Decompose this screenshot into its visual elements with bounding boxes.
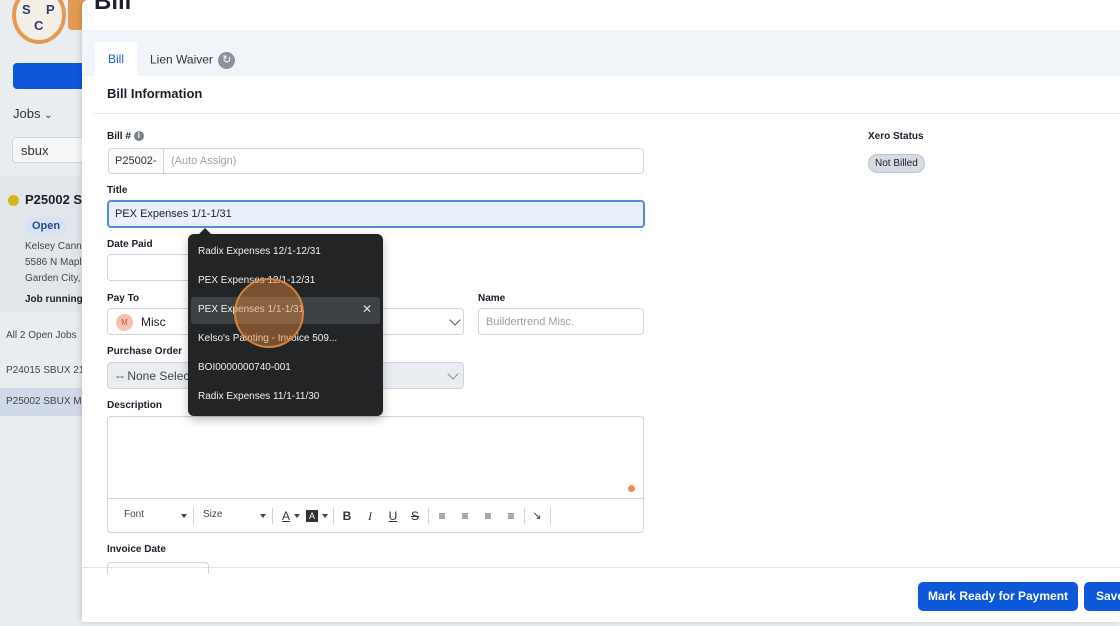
autocomplete-option[interactable]: Radix Expenses 12/1-12/31: [191, 239, 380, 266]
job-list-item: P24015 SBUX 21s: [6, 365, 90, 376]
tab-bill[interactable]: Bill: [95, 42, 138, 76]
tab-lien-waiver-label: Lien Waiver: [150, 52, 213, 67]
editor-toolbar: Font Size A A B I U S ≡ ≡ ≡ ≡ ↘: [107, 498, 644, 533]
align-center-icon[interactable]: ≡: [457, 507, 473, 525]
underline-icon[interactable]: U: [385, 507, 401, 525]
section-title: Bill Information: [107, 86, 203, 101]
tab-lien-waiver[interactable]: Lien Waiver ↻: [137, 42, 248, 76]
job-address-line: Garden City,: [25, 273, 81, 284]
tab-bill-label: Bill: [108, 52, 125, 66]
bill-number-prefix: P25002-: [108, 148, 164, 174]
bill-number-label-text: Bill #: [107, 131, 131, 142]
description-editor[interactable]: [107, 416, 644, 499]
autocomplete-option[interactable]: BOI0000000740-001: [191, 355, 380, 382]
align-right-icon[interactable]: ≡: [480, 507, 496, 525]
section-divider: [94, 113, 1120, 114]
highlight-color-icon[interactable]: A: [306, 510, 318, 522]
chevron-down-icon: [447, 368, 459, 380]
chevron-down-icon: ⌄: [44, 110, 53, 121]
toolbar-divider: [333, 508, 334, 524]
job-status-dot: [8, 195, 19, 206]
size-dropdown[interactable]: Size: [203, 509, 222, 520]
toolbar-divider: [272, 508, 273, 524]
bill-number-input[interactable]: (Auto Assign): [163, 148, 644, 174]
toolbar-divider: [193, 508, 194, 524]
jobs-dropdown: Jobs ⌄: [13, 106, 52, 121]
mark-ready-for-payment-button[interactable]: Mark Ready for Payment: [918, 582, 1078, 611]
job-title: P25002 S: [25, 192, 83, 207]
company-logo: SPC: [12, 0, 66, 44]
title-label: Title: [107, 185, 128, 196]
strikethrough-icon[interactable]: S: [407, 507, 423, 525]
date-paid-label: Date Paid: [107, 239, 153, 250]
job-search-input: sbux: [12, 137, 92, 163]
info-icon[interactable]: i: [133, 131, 144, 142]
name-input[interactable]: Buildertrend Misc.: [478, 308, 644, 335]
jobs-label: Jobs: [13, 106, 41, 121]
job-running-label: Job running: [25, 294, 83, 305]
purchase-order-value: -- None Select: [116, 369, 193, 383]
align-left-icon[interactable]: ≡: [434, 507, 450, 525]
date-paid-input[interactable]: [107, 254, 191, 281]
toolbar-divider: [524, 508, 525, 524]
italic-icon[interactable]: I: [362, 507, 378, 525]
caret-down-icon: [294, 514, 300, 518]
align-justify-icon[interactable]: ≡: [503, 507, 519, 525]
modal-title: Bill: [94, 0, 132, 15]
job-list-item: P25002 SBUX Ma: [6, 396, 88, 407]
caret-down-icon: [260, 514, 266, 518]
toolbar-divider: [428, 508, 429, 524]
font-color-icon[interactable]: A: [278, 507, 294, 525]
background-primary-button: [13, 63, 93, 89]
purchase-order-label: Purchase Order: [107, 346, 183, 357]
modal-footer: Mark Ready for Payment Save: [82, 567, 1120, 622]
invoice-date-label: Invoice Date: [107, 544, 166, 555]
close-icon[interactable]: ✕: [362, 302, 372, 316]
name-label: Name: [478, 293, 506, 304]
font-dropdown[interactable]: Font: [124, 509, 144, 520]
save-button[interactable]: Save: [1084, 582, 1120, 611]
job-address-line: Kelsey Cannc: [25, 241, 87, 252]
job-status-badge: Open: [25, 217, 68, 235]
bold-icon[interactable]: B: [339, 507, 355, 525]
toolbar-divider: [550, 508, 551, 524]
click-indicator: [234, 278, 304, 348]
avatar: M: [116, 314, 133, 331]
sync-icon: ↻: [218, 52, 236, 69]
caret-down-icon: [322, 514, 328, 518]
caret-down-icon: [181, 514, 187, 518]
autocomplete-option[interactable]: Radix Expenses 11/1-11/30: [191, 384, 380, 411]
chevron-down-icon: [449, 314, 461, 326]
invoice-date-input[interactable]: [107, 562, 209, 574]
pay-to-label: Pay To: [107, 293, 140, 304]
open-jobs-heading: All 2 Open Jobs: [6, 330, 77, 341]
clear-formatting-icon[interactable]: ↘: [529, 507, 545, 525]
bill-number-label: Bill # i: [107, 131, 144, 142]
grammar-indicator-icon: [628, 485, 635, 492]
title-input[interactable]: PEX Expenses 1/1-1/31: [107, 200, 645, 228]
xero-status-label: Xero Status: [868, 131, 924, 142]
xero-status-badge: Not Billed: [868, 154, 925, 173]
pay-to-value: Misc: [141, 315, 166, 329]
description-label: Description: [107, 400, 163, 411]
job-address-line: 5586 N Mapl: [25, 257, 82, 268]
